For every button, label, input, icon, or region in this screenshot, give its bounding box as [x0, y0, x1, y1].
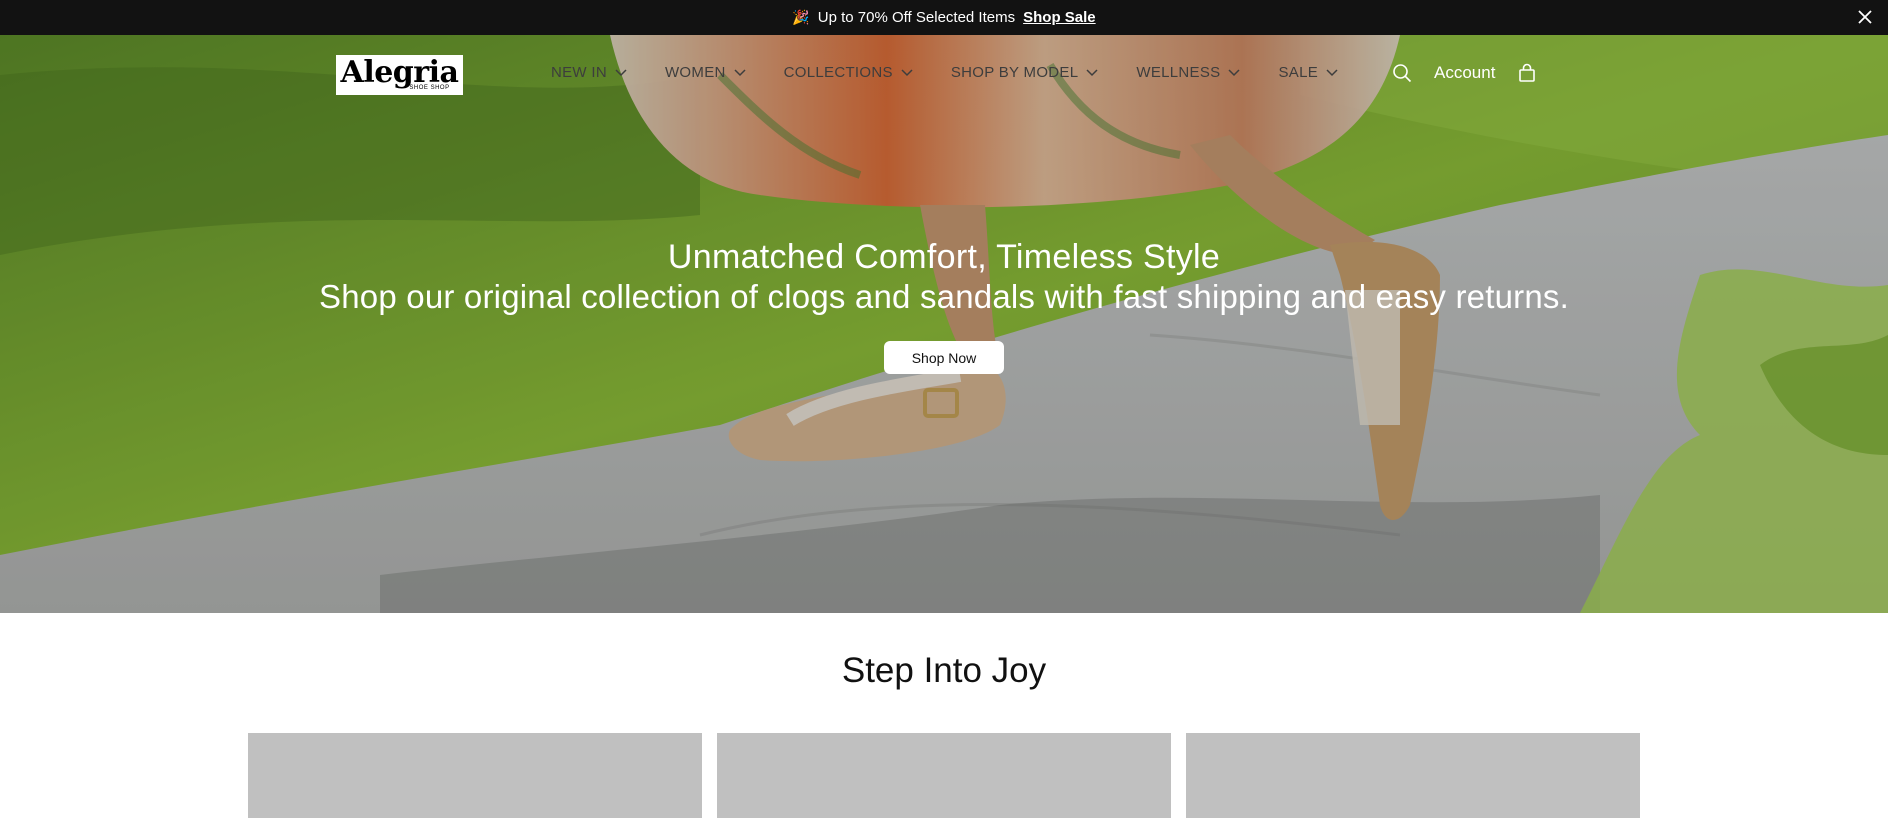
nav-label: COLLECTIONS — [783, 64, 893, 81]
chevron-down-icon — [615, 68, 627, 76]
announcement-text: Up to 70% Off Selected Items — [817, 9, 1016, 26]
hero-subtitle: Shop our original collection of clogs an… — [319, 278, 1569, 315]
logo-wordmark: Alegria — [340, 55, 459, 90]
nav-label: WOMEN — [664, 64, 726, 81]
nav-label: SHOP BY MODEL — [950, 64, 1079, 81]
nav-item-shop-by-model[interactable]: SHOP BY MODEL — [951, 64, 1099, 81]
logo-subtitle: SHOE SHOP — [409, 85, 450, 91]
account-link[interactable]: Account — [1434, 63, 1495, 83]
nav-item-collections[interactable]: COLLECTIONS — [784, 64, 913, 81]
search-icon[interactable] — [1392, 63, 1412, 83]
hero-overlay — [0, 35, 1888, 613]
nav-label: WELLNESS — [1136, 64, 1221, 81]
chevron-down-icon — [734, 68, 746, 76]
nav-label: NEW IN — [551, 64, 607, 81]
hero-title: Unmatched Comfort, Timeless Style — [667, 238, 1221, 276]
party-popper-icon: 🎉 — [792, 9, 810, 25]
main-nav: NEW IN WOMEN COLLECTIONS SHOP BY MODEL W… — [551, 64, 1338, 81]
shopping-bag-icon[interactable] — [1518, 63, 1536, 83]
shop-now-button[interactable]: Shop Now — [884, 341, 1004, 374]
shop-sale-link[interactable]: Shop Sale — [1023, 9, 1096, 26]
chevron-down-icon — [1228, 68, 1241, 76]
hero-banner — [0, 35, 1888, 613]
category-card-2[interactable] — [717, 733, 1171, 818]
nav-item-wellness[interactable]: WELLNESS — [1136, 64, 1241, 81]
chevron-down-icon — [901, 68, 913, 76]
nav-item-new-in[interactable]: NEW IN — [551, 64, 627, 81]
category-card-3[interactable] — [1186, 733, 1640, 818]
chevron-down-icon — [1086, 68, 1098, 76]
category-card-1[interactable] — [248, 733, 702, 818]
section-title: Step Into Joy — [841, 651, 1047, 690]
close-icon[interactable] — [1856, 8, 1874, 26]
announcement-bar: 🎉 Up to 70% Off Selected Items Shop Sale — [0, 0, 1888, 35]
nav-label: SALE — [1278, 64, 1319, 81]
site-logo[interactable]: Alegria SHOE SHOP — [336, 55, 463, 95]
nav-item-sale[interactable]: SALE — [1278, 64, 1338, 81]
nav-item-women[interactable]: WOMEN — [665, 64, 746, 81]
header-actions: Account — [1392, 63, 1536, 83]
chevron-down-icon — [1326, 68, 1338, 76]
